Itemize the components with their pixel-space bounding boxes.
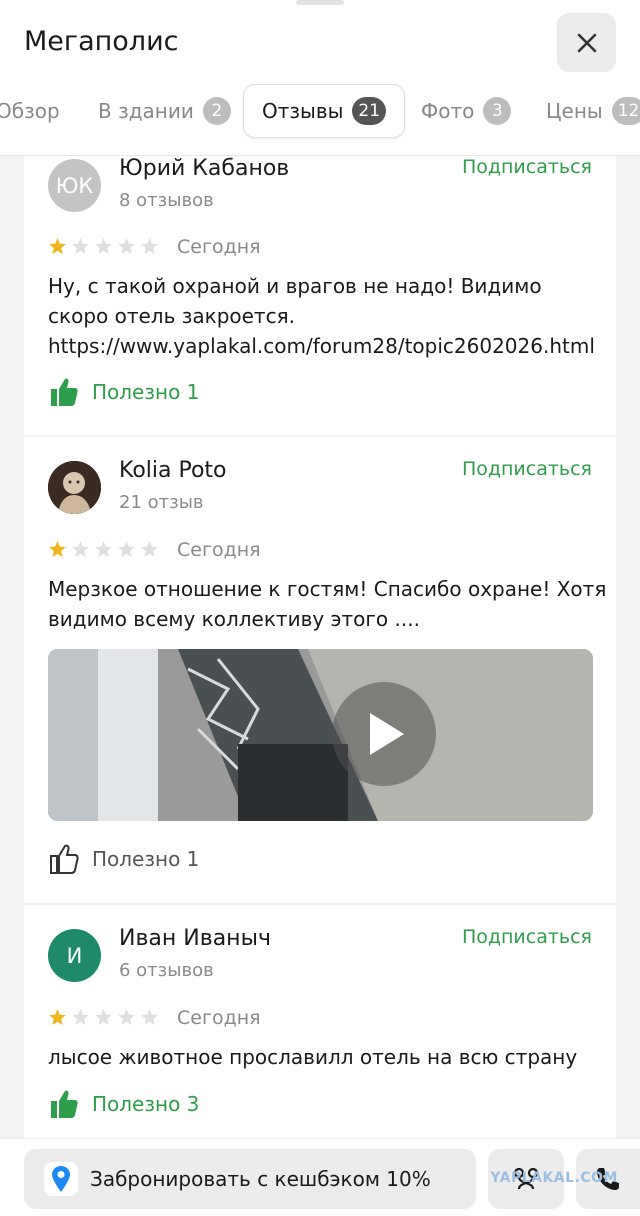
star-empty-icon (72, 1009, 89, 1025)
star-filled-icon (49, 1009, 66, 1025)
review-count: 8 отзывов (119, 190, 214, 211)
avatar-initials: И (66, 943, 83, 968)
reviewer-name[interactable]: Юрий Кабанов (119, 156, 289, 181)
review-text: лысое животное прославилл отель на всю с… (48, 1045, 578, 1069)
tab-badge: 21 (352, 97, 387, 125)
tab-badge: 3 (483, 97, 512, 125)
review-video[interactable] (48, 649, 593, 821)
review-card: И Иван Иваныч 6 отзывов Подписаться Сего… (24, 905, 616, 1138)
thumbs-up-icon (50, 844, 79, 874)
tab-label: Цены (546, 99, 603, 123)
star-empty-icon (72, 541, 89, 557)
star-empty-icon (72, 238, 89, 254)
star-empty-icon (141, 238, 158, 254)
tab-label: Отзывы (262, 99, 344, 123)
watermark: YAPLAKAL.COM (490, 1170, 618, 1186)
tab-prices[interactable]: Цены 12 (546, 84, 640, 138)
drag-handle[interactable] (296, 0, 344, 5)
subscribe-button[interactable]: Подписаться (462, 926, 592, 948)
review-date: Сегодня (177, 236, 261, 258)
thumbs-up-icon (51, 378, 78, 406)
avatar-photo (48, 461, 101, 514)
tab-photos[interactable]: Фото 3 (421, 84, 512, 138)
star-filled-icon (49, 541, 66, 557)
helpful-button[interactable]: Полезно 1 (48, 376, 199, 408)
review-text: Мерзкое отношение к гостям! Спасибо охра… (48, 577, 607, 631)
star-empty-icon (95, 541, 112, 557)
avatar: ЮК (48, 159, 101, 212)
close-icon (577, 33, 596, 52)
tab-in-building[interactable]: В здании 2 (98, 84, 231, 138)
rating-stars (48, 1008, 159, 1027)
tab-overview[interactable]: Обзор (0, 84, 60, 138)
tab-label: В здании (98, 99, 194, 123)
review-date: Сегодня (177, 539, 261, 561)
review-count: 6 отзывов (119, 960, 214, 981)
tab-badge: 12 (611, 97, 640, 125)
star-empty-icon (118, 541, 135, 557)
star-empty-icon (95, 1009, 112, 1025)
close-button[interactable] (557, 13, 616, 72)
helpful-label: Полезно 1 (92, 380, 200, 404)
avatar (48, 461, 101, 514)
subscribe-button[interactable]: Подписаться (462, 458, 592, 480)
star-empty-icon (118, 1009, 135, 1025)
tab-bar: Обзор В здании 2 Отзывы 21 Фото 3 Цены 1… (0, 82, 640, 140)
helpful-button[interactable]: Полезно 3 (48, 1088, 199, 1120)
helpful-button[interactable]: Полезно 1 (48, 843, 199, 875)
helpful-label: Полезно 1 (92, 847, 200, 871)
subscribe-button[interactable]: Подписаться (462, 156, 592, 178)
avatar-initials: ЮК (55, 173, 94, 198)
page-title: Мегаполис (24, 26, 179, 57)
review-card: Kolia Poto 21 отзыв Подписаться Сегодня … (24, 437, 616, 903)
star-empty-icon (141, 1009, 158, 1025)
place-sheet: Мегаполис Обзор В здании 2 Отзывы 21 Фот… (0, 0, 640, 1216)
helpful-label: Полезно 3 (92, 1092, 200, 1116)
star-empty-icon (141, 541, 158, 557)
sheet-header: Мегаполис Обзор В здании 2 Отзывы 21 Фот… (0, 0, 640, 156)
reviewer-name[interactable]: Kolia Poto (119, 458, 227, 483)
star-filled-icon (49, 238, 66, 254)
tab-label: Фото (421, 99, 475, 123)
review-date: Сегодня (177, 1007, 261, 1029)
book-button-label: Забронировать с кешбэком 10% (90, 1167, 431, 1191)
star-empty-icon (95, 238, 112, 254)
video-thumbnail (48, 649, 593, 821)
review-count: 21 отзыв (119, 492, 204, 513)
avatar: И (48, 929, 101, 982)
rating-stars (48, 237, 159, 256)
review-text: Ну, с такой охраной и врагов не надо! Ви… (48, 274, 595, 358)
map-pin-icon (44, 1162, 78, 1196)
tab-reviews[interactable]: Отзывы 21 (243, 84, 406, 138)
tab-label: Обзор (0, 99, 60, 123)
book-with-cashback-button[interactable]: Забронировать с кешбэком 10% (24, 1149, 476, 1209)
thumbs-up-icon (51, 1090, 78, 1118)
rating-stars (48, 540, 159, 559)
tab-badge: 2 (202, 97, 231, 125)
review-card: ЮК Юрий Кабанов 8 отзывов Подписаться Се… (24, 156, 616, 435)
reviewer-name[interactable]: Иван Иваныч (119, 926, 271, 951)
star-empty-icon (118, 238, 135, 254)
